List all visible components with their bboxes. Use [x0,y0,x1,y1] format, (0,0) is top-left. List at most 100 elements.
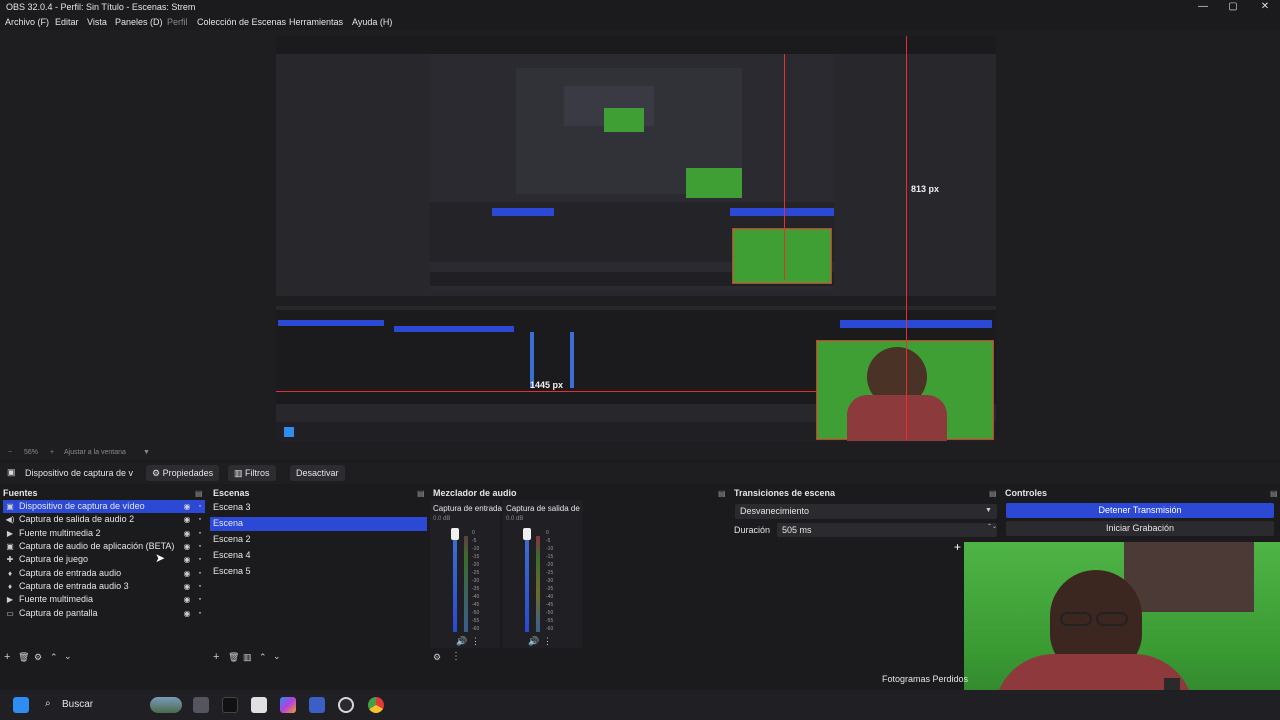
maximize-button[interactable]: ▢ [1218,0,1248,15]
glasses-right [1096,612,1128,626]
source-item[interactable]: ▣ Dispositivo de captura de vídeo [5,500,185,513]
lock-icon[interactable]: ▪ [196,569,204,579]
source-item[interactable]: ◀) Captura de salida de audio 2 [5,513,185,526]
start-recording-button[interactable]: Iniciar Grabación [1006,521,1274,536]
menu-herramientas[interactable]: Herramientas [289,17,343,27]
nested-source-toolbar [276,296,996,306]
more-options-icon[interactable]: ⋮ [451,651,461,662]
taskbar: ⌕ Buscar [0,690,1280,720]
close-button[interactable]: ✕ [1250,0,1280,15]
visibility-eye-icon[interactable]: ◉ [182,609,192,619]
trash-icon[interactable]: 🗑 [228,652,239,663]
transition-select[interactable]: Desvanecimiento ▼ [735,504,997,519]
lock-icon[interactable]: ▪ [196,542,204,552]
scale-tick: -50 [546,610,554,616]
dock-options-icon[interactable]: ▤ [195,489,203,498]
filters-button[interactable]: ▥ Filtros [228,465,276,481]
nested-control-selected [730,208,834,216]
chevron-down-icon[interactable]: ⌄ [273,651,281,662]
source-item[interactable]: ♦ Captura de entrada audio [5,567,185,580]
chrome-icon[interactable] [368,697,384,713]
more-options-icon[interactable]: ⋮ [471,636,480,647]
duration-input[interactable]: 505 ms ⌃⌄ [777,523,997,537]
scene-item[interactable]: Escena 4 [213,549,413,562]
menu-coleccion-escenas[interactable]: Colección de Escenas [197,17,286,27]
crosshair-cursor-icon: + [954,540,962,554]
volume-slider-handle[interactable] [523,528,531,540]
visibility-eye-icon[interactable]: ◉ [182,529,192,539]
visibility-eye-icon[interactable]: ◉ [182,582,192,592]
lock-icon[interactable]: ▪ [196,502,204,512]
sources-title: Fuentes [3,488,38,498]
task-view-icon[interactable] [193,697,209,713]
chevron-up-icon[interactable]: ⌃ [259,652,267,663]
chevron-up-icon[interactable]: ⌃ [50,652,58,663]
source-item[interactable]: ♦ Captura de entrada audio 3 [5,580,185,593]
menu-perfil[interactable]: Perfil [167,17,188,27]
minimize-button[interactable]: — [1188,0,1218,15]
menu-bar: Archivo (F) Editar Vista Paneles (D) Per… [0,15,1280,30]
visibility-eye-icon[interactable]: ◉ [182,569,192,579]
zoom-in-icon[interactable]: + [50,449,54,456]
visibility-eye-icon[interactable]: ◉ [182,542,192,552]
taskbar-search[interactable]: Buscar [62,699,93,710]
chevron-down-icon[interactable]: ⌄ [64,651,72,662]
lock-icon[interactable]: ▪ [196,555,204,565]
weather-widget-icon[interactable] [150,697,182,713]
lock-icon[interactable]: ▪ [196,582,204,592]
menu-vista[interactable]: Vista [87,17,107,27]
more-options-icon[interactable]: ⋮ [543,636,552,647]
fit-to-window[interactable]: Ajustar a la ventana [64,449,126,456]
source-item[interactable]: ▭ Captura de pantalla [5,607,185,620]
source-item[interactable]: ▶ Fuente multimedia 2 [5,527,185,540]
menu-editar[interactable]: Editar [55,17,79,27]
scene-item[interactable]: Escena 3 [213,501,413,514]
lock-icon[interactable]: ▪ [196,529,204,539]
lock-icon[interactable]: ▪ [196,595,204,605]
gear-icon[interactable]: ⚙ [34,652,42,663]
channel-db: 0.0 dB [506,516,524,522]
visibility-eye-icon[interactable]: ◉ [182,595,192,605]
dock-options-icon[interactable]: ▤ [417,489,425,498]
monitor-icon: ▭ [6,609,14,618]
copilot-icon[interactable] [280,697,296,713]
add-scene-icon[interactable]: + [213,651,219,663]
lock-icon[interactable]: ▪ [196,515,204,525]
scene-item[interactable]: Escena 2 [213,533,413,546]
obs-icon[interactable] [338,697,354,713]
speaker-icon[interactable]: 🔊 [528,636,539,647]
file-icon[interactable] [251,697,267,713]
deactivate-button[interactable]: Desactivar [290,465,345,481]
tiktok-icon[interactable] [222,697,238,713]
properties-button[interactable]: ⚙ Propiedades [146,465,220,481]
add-source-icon[interactable]: + [4,651,10,663]
visibility-eye-icon[interactable]: ◉ [182,502,192,512]
scene-item[interactable]: Escena [213,517,413,530]
menu-ayuda[interactable]: Ayuda (H) [352,17,392,27]
chevron-down-icon[interactable]: ▼ [143,449,150,456]
search-icon[interactable]: ⌕ [45,698,51,709]
source-item[interactable]: ▶ Fuente multimedia [5,593,185,606]
stop-stream-button[interactable]: Detener Transmisión [1006,503,1274,518]
lock-icon[interactable]: ▪ [196,609,204,619]
zoom-out-icon[interactable]: − [8,449,12,456]
menu-archivo[interactable]: Archivo (F) [5,17,49,27]
menu-paneles[interactable]: Paneles (D) [115,17,163,27]
dock-options-icon[interactable]: ▤ [1270,489,1278,498]
speaker-icon[interactable]: 🔊 [456,636,467,647]
gamepad-icon: ✚ [6,555,14,564]
volume-slider-handle[interactable] [451,528,459,540]
camera-icon: ▣ [7,467,16,477]
visibility-eye-icon[interactable]: ◉ [182,515,192,525]
filter-icon[interactable]: ▥ [243,652,252,663]
scene-item[interactable]: Escena 5 [213,565,413,578]
mixer-settings-icon[interactable]: ⚙ [433,652,441,663]
stepper-icon[interactable]: ⌃⌄ [987,523,997,530]
dock-options-icon[interactable]: ▤ [989,489,997,498]
trash-icon[interactable]: 🗑 [18,652,29,663]
dock-options-icon[interactable]: ▤ [718,489,726,498]
store-icon[interactable] [309,697,325,713]
windows-start-icon[interactable] [13,697,29,713]
zoom-bar: − 56% + Ajustar a la ventana ▼ [0,446,1280,460]
visibility-eye-icon[interactable]: ◉ [182,555,192,565]
